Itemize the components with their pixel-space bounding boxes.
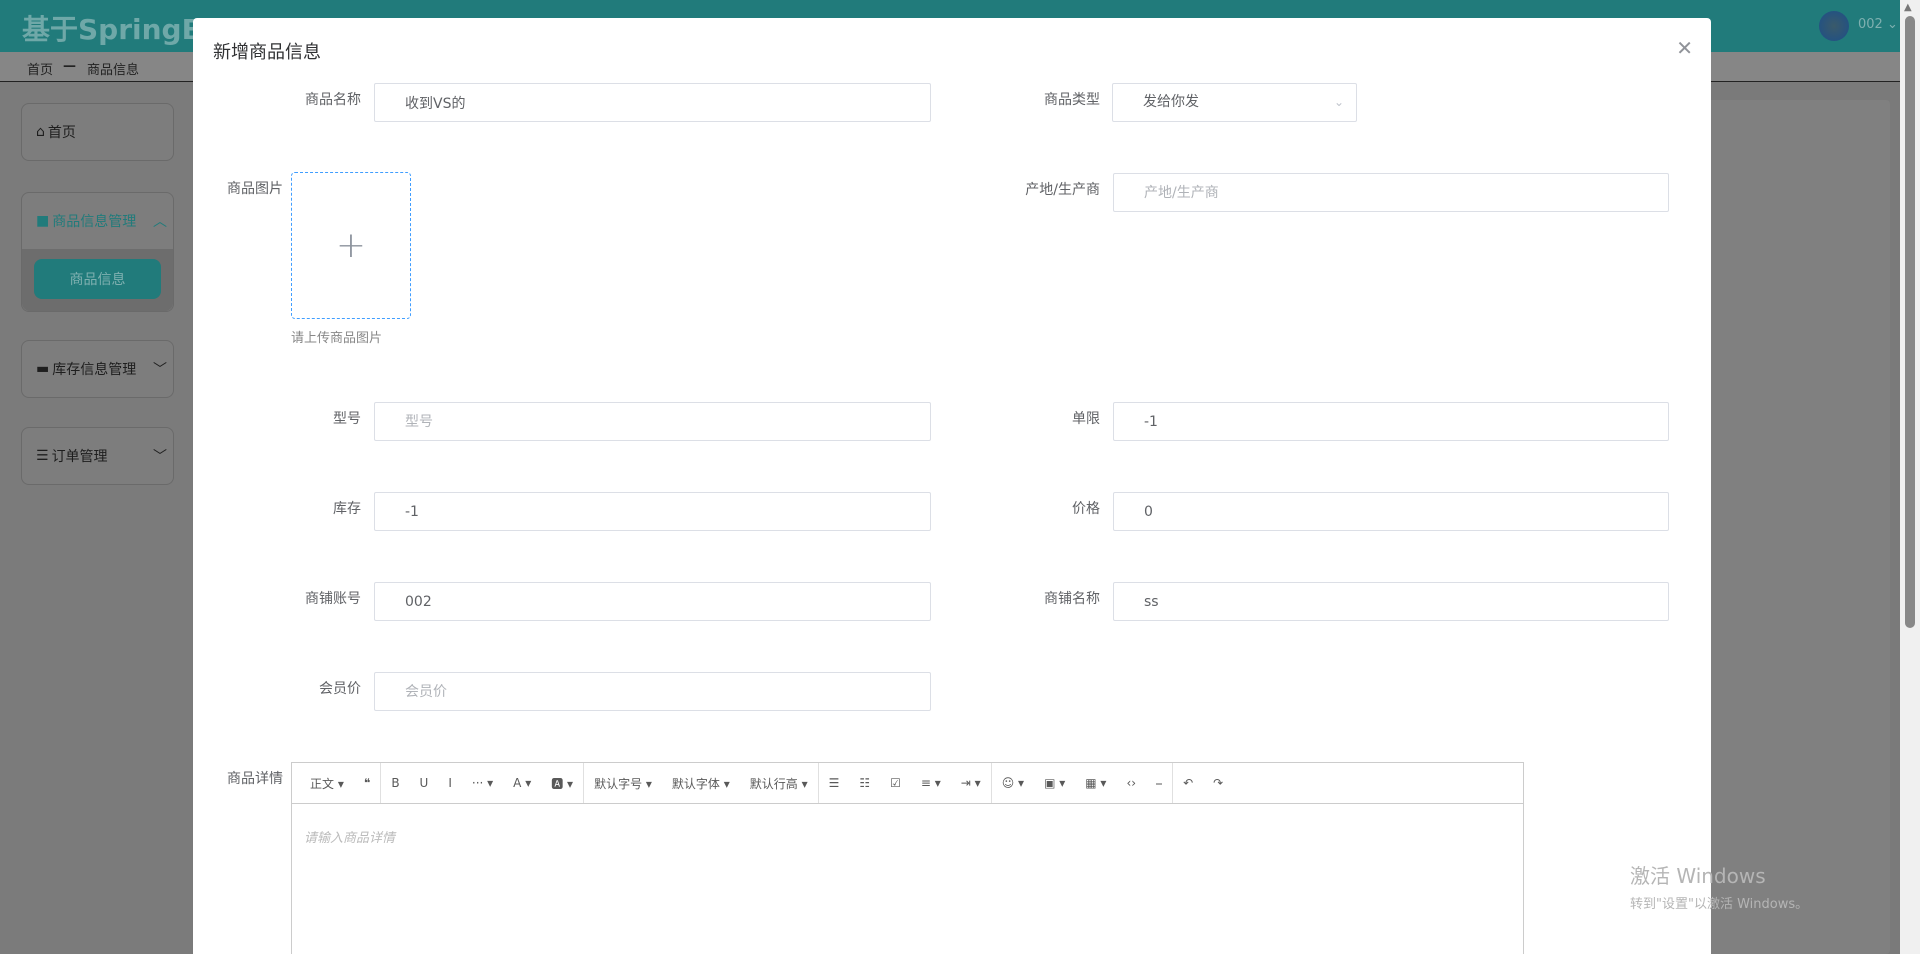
chevron-down-icon: ﹀	[153, 449, 167, 465]
image-label: 商品图片	[227, 181, 283, 197]
archive-icon: ▬	[36, 361, 50, 377]
sidebar-item-label: 库存信息管理	[52, 362, 137, 378]
chevron-down-icon: ⌄	[1333, 95, 1344, 109]
scrollbar-thumb[interactable]	[1905, 16, 1915, 628]
toolbar-button[interactable]: ☑	[880, 776, 911, 790]
toolbar-button[interactable]: ☰	[819, 776, 850, 790]
toolbar-button[interactable]: ☷	[849, 776, 880, 790]
shop-account-input[interactable]	[374, 582, 931, 621]
toolbar-button[interactable]: ⎯	[1146, 776, 1172, 791]
close-icon[interactable]: ✕	[1676, 36, 1693, 60]
home-icon: ⌂	[36, 124, 45, 140]
limit-input[interactable]	[1113, 402, 1669, 441]
toolbar-button[interactable]: ≡ ▾	[911, 776, 951, 790]
scroll-up-icon[interactable]: ▲	[1904, 2, 1912, 13]
toolbar-button[interactable]: B	[381, 776, 409, 790]
goods-icon: ■	[36, 213, 50, 229]
scrollbar[interactable]: ▲	[1900, 0, 1920, 954]
editor-placeholder: 请输入商品详情	[304, 831, 396, 846]
sidebar-item-label: 商品信息管理	[52, 214, 137, 230]
breadcrumb-home[interactable]: 首页	[27, 59, 53, 78]
rich-text-editor[interactable]: 正文 ▾ ❝ B U I ··· ▾ A ▾ 🅰 ▾ 默认字号 ▾ 默认字体 ▾ 默认行高 ▾ ☰ ☷ ☑…	[291, 762, 1524, 954]
shop-name-input[interactable]	[1113, 582, 1669, 621]
stock-label: 库存	[333, 501, 361, 517]
goods-type-select[interactable]: 发给你发 ⌄	[1112, 83, 1357, 122]
shop-name-label: 商铺名称	[1044, 591, 1100, 607]
toolbar-button[interactable]: ▦ ▾	[1075, 776, 1116, 790]
upload-tip: 请上传商品图片	[291, 331, 383, 346]
price-input[interactable]	[1113, 492, 1669, 531]
username: 002	[1858, 17, 1883, 32]
member-price-input[interactable]	[374, 672, 931, 711]
toolbar-button[interactable]: ↷	[1203, 776, 1233, 790]
sidebar-item-label: 订单管理	[51, 449, 108, 465]
toolbar-button[interactable]: 默认字号 ▾	[584, 775, 662, 792]
windows-watermark: 激活 Windows 转到"设置"以激活 Windows。	[1630, 860, 1808, 912]
sidebar-item-home[interactable]: ⌂ 首页	[21, 103, 174, 161]
watermark-line1: 激活 Windows	[1630, 864, 1766, 888]
editor-toolbar: 正文 ▾ ❝ B U I ··· ▾ A ▾ 🅰 ▾ 默认字号 ▾ 默认字体 ▾ 默认行高 ▾ ☰ ☷ ☑…	[292, 763, 1523, 804]
origin-label: 产地/生产商	[1025, 182, 1100, 198]
sidebar-group-goods[interactable]: ■ 商品信息管理 ︿ 商品信息	[21, 192, 174, 312]
dialog-title: 新增商品信息	[213, 42, 321, 63]
toolbar-button[interactable]: A ▾	[503, 776, 541, 790]
user-menu[interactable]: 002 ⌄	[1858, 17, 1898, 32]
model-input[interactable]	[374, 402, 931, 441]
list-icon: ☰	[36, 448, 49, 464]
goods-name-input[interactable]	[374, 83, 931, 122]
toolbar-button[interactable]: U	[410, 776, 439, 790]
add-goods-dialog: 新增商品信息 ✕ 商品名称 商品类型 发给你发⌄ 商品图片 + 请上传商品图片 …	[193, 18, 1711, 954]
breadcrumb-current: 商品信息	[87, 63, 140, 78]
limit-label: 单限	[1072, 411, 1100, 427]
watermark-line2: 转到"设置"以激活 Windows。	[1630, 897, 1809, 912]
toolbar-button[interactable]: 默认字体 ▾	[662, 775, 740, 792]
toolbar-button[interactable]: ☺ ▾	[992, 776, 1034, 790]
member-price-label: 会员价	[319, 681, 361, 697]
chevron-down-icon: ﹀	[153, 362, 167, 378]
model-label: 型号	[333, 411, 361, 427]
shop-account-label: 商铺账号	[305, 591, 361, 607]
sidebar-item-goods-info[interactable]: 商品信息	[34, 259, 161, 299]
toolbar-button[interactable]: ⇥ ▾	[951, 776, 991, 790]
origin-input[interactable]	[1113, 173, 1669, 212]
chevron-up-icon: ︿	[153, 214, 167, 230]
selected-value: 发给你发	[1143, 94, 1199, 110]
avatar[interactable]	[1819, 11, 1849, 41]
sidebar-group-stock[interactable]: ▬ 库存信息管理 ﹀	[21, 340, 174, 398]
toolbar-button[interactable]: 正文 ▾	[300, 775, 354, 792]
chevron-down-icon: ⌄	[1886, 17, 1898, 32]
toolbar-button[interactable]: ··· ▾	[462, 776, 503, 790]
toolbar-button[interactable]: I	[438, 776, 462, 790]
stock-input[interactable]	[374, 492, 931, 531]
toolbar-button[interactable]: ‹›	[1116, 776, 1146, 790]
image-upload[interactable]: +	[291, 172, 411, 319]
toolbar-button[interactable]: 默认行高 ▾	[740, 775, 818, 792]
sidebar: ⌂ 首页 ■ 商品信息管理 ︿ 商品信息 ▬ 库存信息管理 ﹀ ☰ 订单管理 ﹀	[0, 83, 192, 954]
detail-label: 商品详情	[227, 771, 283, 787]
toolbar-button[interactable]: ❝	[354, 776, 380, 790]
sidebar-group-orders[interactable]: ☰ 订单管理 ﹀	[21, 427, 174, 485]
sidebar-item-label: 首页	[47, 125, 76, 141]
name-label: 商品名称	[305, 92, 361, 108]
type-label: 商品类型	[1044, 92, 1100, 108]
price-label: 价格	[1072, 501, 1100, 517]
toolbar-button[interactable]: 🅰 ▾	[541, 775, 583, 792]
breadcrumb-separator: —	[63, 59, 76, 74]
plus-icon: +	[335, 225, 367, 266]
toolbar-button[interactable]: ▣ ▾	[1034, 776, 1075, 790]
toolbar-button[interactable]: ↶	[1173, 776, 1203, 790]
